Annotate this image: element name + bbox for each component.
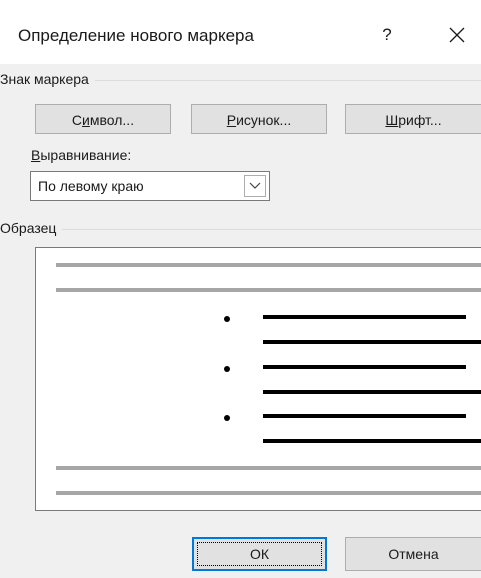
preview-bullet	[224, 316, 230, 322]
alignment-label-text-2: ыравнивание:	[40, 147, 132, 163]
preview-black-line	[263, 365, 466, 369]
ok-button-focus-rect	[197, 542, 322, 566]
cancel-button[interactable]: Отмена	[345, 537, 481, 571]
alignment-select[interactable]: По левому краю	[30, 171, 270, 201]
font-button-text-2: рифт...	[398, 112, 442, 128]
alignment-select-value: По левому краю	[38, 178, 144, 194]
close-button[interactable]	[442, 22, 472, 48]
preview-black-line	[263, 439, 481, 443]
marker-group-label: Знак маркера	[0, 71, 95, 87]
preview-gray-line	[56, 288, 481, 292]
preview-black-line	[263, 315, 466, 319]
dialog-titlebar: Определение нового маркера ?	[0, 0, 481, 64]
picture-button-text-2: исунок...	[236, 112, 292, 128]
preview-black-line	[263, 390, 481, 394]
preview-bullet	[224, 366, 230, 372]
help-button[interactable]: ?	[372, 22, 402, 48]
preview-group-label: Образец	[0, 220, 63, 236]
preview-black-line	[263, 414, 466, 418]
dialog-title: Определение нового маркера	[18, 26, 254, 45]
picture-button-accel: Р	[226, 112, 237, 128]
symbol-button[interactable]: Символ...	[35, 104, 171, 134]
preview-box	[35, 247, 481, 511]
preview-black-line	[263, 340, 481, 344]
ok-button[interactable]: ОК	[192, 537, 327, 571]
preview-gray-line	[56, 263, 481, 267]
picture-button[interactable]: Рисунок...	[191, 104, 327, 134]
alignment-label: Выравнивание:	[31, 147, 131, 163]
font-button[interactable]: Шрифт...	[345, 104, 481, 134]
close-icon	[449, 27, 465, 43]
symbol-button-text-1: С	[71, 112, 83, 128]
alignment-label-accel: В	[31, 147, 41, 163]
preview-group-divider	[0, 229, 481, 230]
symbol-button-text-2: мвол...	[89, 112, 135, 128]
cancel-button-label: Отмена	[388, 546, 439, 562]
alignment-dropdown-button[interactable]	[244, 175, 266, 197]
font-button-accel: Ш	[385, 112, 399, 128]
chevron-down-icon	[249, 182, 261, 189]
preview-bullet	[224, 415, 230, 421]
preview-gray-line	[56, 491, 481, 495]
preview-gray-line	[56, 466, 481, 470]
symbol-button-accel: и	[82, 112, 90, 128]
